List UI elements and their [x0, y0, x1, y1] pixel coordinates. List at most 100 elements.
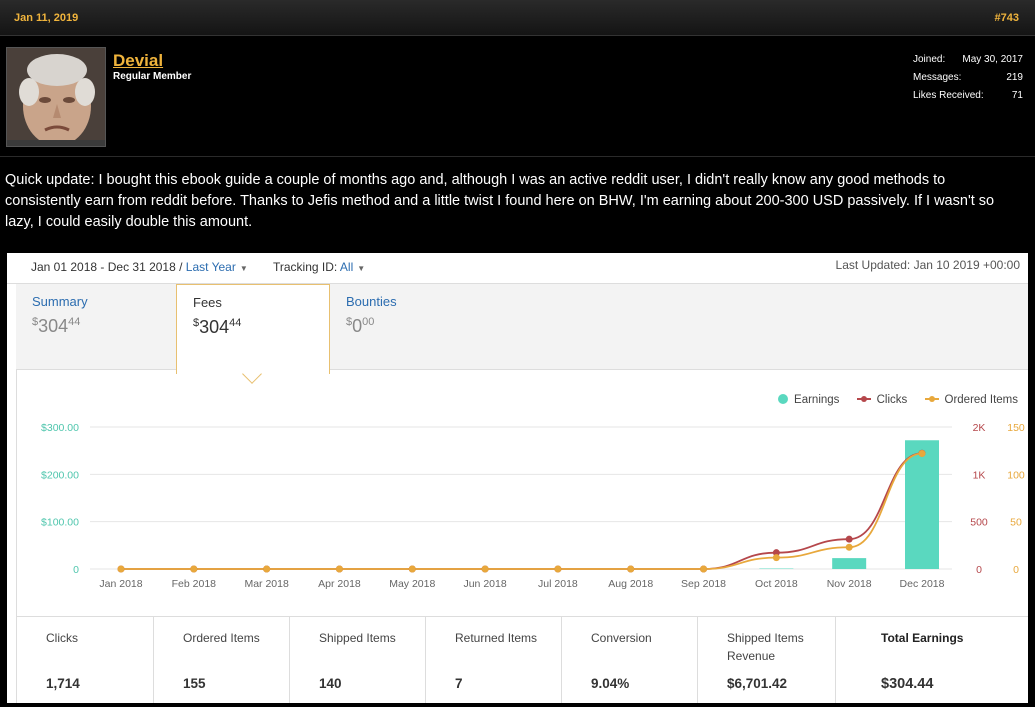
y-right-clicks-tick: 0	[976, 564, 982, 576]
tab-amount: $000	[346, 316, 375, 336]
metric-shipped-items: Shipped Items 140	[290, 617, 426, 703]
y-left-tick: $300.00	[41, 422, 79, 434]
x-tick-label: Sep 2018	[681, 578, 726, 590]
x-tick-label: Feb 2018	[172, 578, 217, 590]
last-updated: Last Updated: Jan 10 2019 +00:00	[835, 258, 1020, 272]
stat-joined: Joined: May 30, 2017	[913, 54, 1023, 72]
x-tick-label: Mar 2018	[244, 578, 289, 590]
metric-label: Returned Items	[455, 631, 538, 645]
post-number-link[interactable]: #743	[995, 12, 1019, 24]
metric-value: $304.44	[881, 676, 934, 692]
ordered-items-point	[845, 543, 853, 551]
ordered-items-point	[408, 565, 416, 573]
earnings-bar	[905, 440, 939, 569]
stat-likes: Likes Received: 71	[913, 90, 1023, 108]
user-stats: Joined: May 30, 2017 Messages: 219 Likes…	[913, 54, 1023, 108]
tracking-id-selector[interactable]: Tracking ID: All ▼	[273, 260, 365, 274]
y-right-ordered-tick: 0	[1013, 564, 1019, 576]
metric-label: Total Earnings	[881, 631, 964, 645]
y-right-clicks-tick: 2K	[973, 422, 986, 434]
stat-label: Messages:	[913, 72, 962, 83]
tab-label: Summary	[32, 294, 88, 309]
x-tick-label: Apr 2018	[318, 578, 361, 590]
y-right-ordered-tick: 150	[1007, 422, 1025, 434]
tab-bounties[interactable]: Bounties $000	[330, 284, 490, 370]
ordered-items-point	[117, 565, 125, 573]
x-tick-label: Aug 2018	[608, 578, 653, 590]
avatar[interactable]	[6, 47, 106, 147]
earnings-bar	[832, 558, 867, 569]
y-left-tick: $100.00	[41, 517, 79, 529]
tab-amount: $30444	[32, 316, 81, 336]
ordered-items-point	[335, 565, 343, 573]
x-tick-label: Oct 2018	[755, 578, 798, 590]
metric-value: $6,701.42	[727, 676, 788, 691]
tab-amount: $30444	[193, 317, 242, 337]
ordered-items-point	[627, 565, 635, 573]
clicks-line	[121, 452, 923, 570]
ordered-items-point	[554, 565, 562, 573]
x-tick-label: May 2018	[389, 578, 435, 590]
metric-value: 140	[319, 676, 342, 691]
metric-value: 7	[455, 676, 463, 691]
ordered-items-point	[481, 565, 489, 573]
y-right-clicks-tick: 500	[970, 517, 988, 529]
y-right-clicks-tick: 1K	[973, 469, 986, 481]
clicks-point	[845, 535, 853, 543]
x-tick-label: Jan 2018	[99, 578, 142, 590]
metric-label: Shipped Items Revenue	[727, 631, 804, 663]
post-body: Quick update: I bought this ebook guide …	[5, 172, 995, 230]
metric-value: 155	[183, 676, 206, 691]
avatar-image	[7, 48, 105, 146]
tab-label: Bounties	[346, 294, 397, 309]
stat-value: May 30, 2017	[962, 54, 1023, 65]
x-tick-label: Jun 2018	[463, 578, 506, 590]
report-filter-bar: Jan 01 2018 - Dec 31 2018 / Last Year ▼ T…	[7, 253, 1028, 284]
stat-label: Joined:	[913, 54, 946, 65]
tracking-label: Tracking ID:	[273, 260, 340, 274]
ordered-items-point	[700, 565, 708, 573]
metric-label: Ordered Items	[183, 631, 260, 645]
user-info-bar: Devial Regular Member Joined: May 30, 20…	[0, 37, 1035, 157]
y-right-ordered-tick: 100	[1007, 469, 1025, 481]
chevron-down-icon: ▼	[357, 264, 366, 273]
metric-total-earnings: Total Earnings $304.44	[836, 617, 1028, 703]
ordered-items-point	[772, 554, 780, 562]
ordered-items-point	[190, 565, 198, 573]
embedded-report-image: Jan 01 2018 - Dec 31 2018 / Last Year ▼ T…	[7, 253, 1028, 703]
metric-value: 1,714	[46, 676, 80, 691]
metric-conversion: Conversion 9.04%	[562, 617, 698, 703]
ordered-items-line	[121, 452, 923, 570]
stat-value: 71	[1011, 90, 1023, 101]
date-range-selector[interactable]: Jan 01 2018 - Dec 31 2018 / Last Year ▼	[31, 260, 248, 274]
post-date[interactable]: Jan 11, 2019	[14, 12, 78, 24]
metrics-row: Clicks 1,714 Ordered Items 155 Shipped I…	[16, 616, 1028, 703]
y-left-tick: 0	[73, 564, 79, 576]
metric-label: Clicks	[46, 631, 78, 645]
tracking-value[interactable]: All	[340, 260, 353, 274]
metric-label: Shipped Items	[319, 631, 396, 645]
x-tick-label: Dec 2018	[900, 578, 945, 590]
ordered-items-point	[918, 450, 926, 458]
tab-summary[interactable]: Summary $30444	[16, 284, 176, 370]
stat-value[interactable]: 219	[1006, 72, 1023, 83]
metric-returned-items: Returned Items 7	[426, 617, 562, 703]
user-title: Regular Member	[113, 71, 192, 82]
metric-label: Conversion	[591, 631, 652, 645]
metric-ordered-items: Ordered Items 155	[154, 617, 290, 703]
date-range-link[interactable]: Last Year	[186, 260, 236, 274]
stat-label: Likes Received:	[913, 90, 984, 101]
chevron-down-icon: ▼	[239, 264, 248, 273]
tab-fees[interactable]: Fees $30444	[176, 284, 330, 384]
y-left-tick: $200.00	[41, 469, 79, 481]
earnings-chart: Earnings Clicks Ordered Items 0 $100.00 $2…	[16, 370, 1028, 616]
metric-clicks: Clicks 1,714	[17, 617, 154, 703]
chart-plot: 0 $100.00 $200.00 $300.00 0 500 1K 2K 0 50 100 150 J…	[41, 422, 1025, 590]
post-header: Jan 11, 2019 #743	[0, 0, 1035, 36]
tab-label: Fees	[193, 295, 222, 310]
metric-value: 9.04%	[591, 676, 630, 691]
username-link[interactable]: Devial	[113, 51, 163, 71]
report-tabs: Summary $30444 Fees $30444 Bounties $000	[16, 284, 1028, 384]
y-right-ordered-tick: 50	[1010, 517, 1022, 529]
date-range-text: Jan 01 2018 - Dec 31 2018 /	[31, 260, 186, 274]
